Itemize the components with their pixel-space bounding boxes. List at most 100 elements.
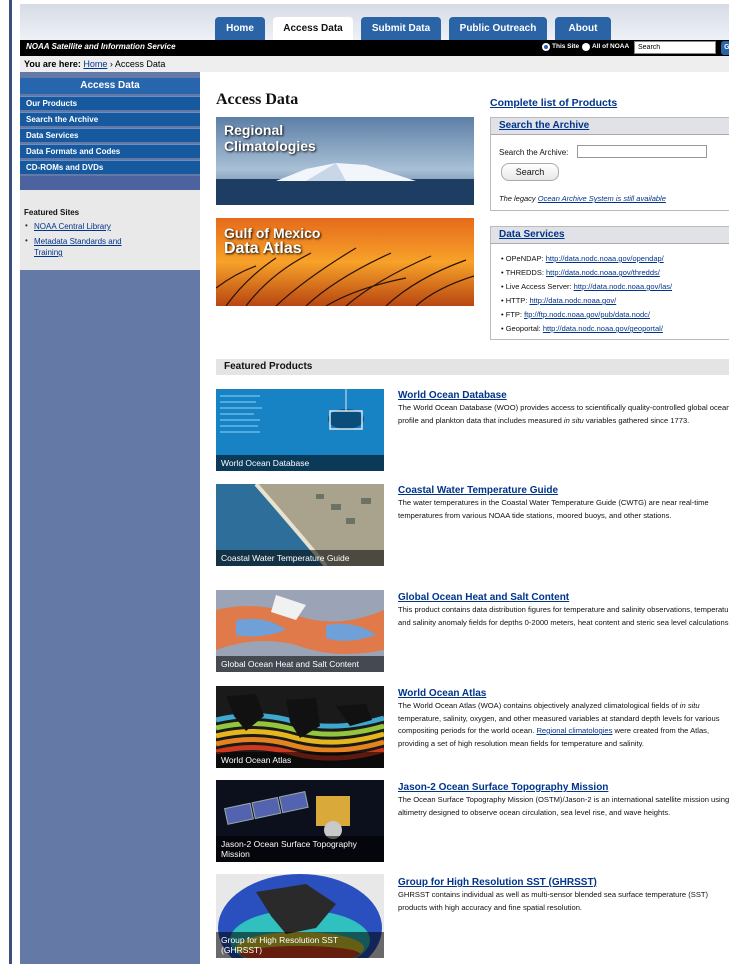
geoportal-link[interactable]: http://data.nodc.noaa.gov/geoportal/: [543, 324, 663, 333]
legacy-archive-link[interactable]: Ocean Archive System is still available: [538, 194, 666, 203]
featured-sites: Featured Sites • NOAA Central Library • …: [20, 190, 200, 270]
ftp-link[interactable]: ftp://ftp.nodc.noaa.gov/pub/data.nodc/: [524, 310, 650, 319]
desc-emphasis: in situ: [679, 701, 700, 710]
product-title-ghrsst[interactable]: Group for High Resolution SST (GHRSST): [398, 877, 597, 888]
breadcrumb-current: Access Data: [114, 59, 166, 69]
bullet: •: [25, 221, 28, 230]
radio-all-noaa-label: All of NOAA: [592, 43, 630, 50]
desc-text: variables gathered since 1773.: [583, 415, 690, 425]
breadcrumb-separator: ›: [109, 59, 113, 69]
sidebar-item-data-formats[interactable]: Data Formats and Codes: [20, 144, 200, 158]
sidebar: Access Data Our Products Search the Arch…: [20, 72, 200, 964]
breadcrumb-label: You are here:: [24, 59, 81, 69]
banner-title-line2: Data Atlas: [224, 240, 302, 257]
thumb-caption: Global Ocean Heat and Salt Content: [216, 656, 384, 672]
sidebar-heading: Access Data: [20, 78, 200, 94]
search-archive-heading[interactable]: Search the Archive: [491, 118, 729, 135]
page-title: Access Data: [216, 91, 299, 108]
search-archive-button[interactable]: Search: [501, 163, 559, 181]
product-thumb-world-ocean-database[interactable]: World Ocean Database: [216, 389, 384, 471]
product-thumb-coastal-water[interactable]: Coastal Water Temperature Guide: [216, 484, 384, 566]
service-label: Geoportal:: [505, 324, 543, 333]
service-label: FTP:: [505, 310, 525, 319]
data-service-item: • Live Access Server: http://data.nodc.n…: [501, 282, 673, 291]
http-link[interactable]: http://data.nodc.noaa.gov/: [529, 296, 616, 305]
featured-sites-title: Featured Sites: [24, 208, 80, 217]
tab-about[interactable]: About: [555, 17, 611, 40]
data-services-heading[interactable]: Data Services: [491, 227, 729, 244]
product-title-world-ocean-database[interactable]: World Ocean Database: [398, 390, 507, 401]
product-thumb-heat-salt[interactable]: Global Ocean Heat and Salt Content: [216, 590, 384, 672]
featured-site-noaa-library[interactable]: NOAA Central Library: [34, 221, 111, 232]
search-archive-box: Search the Archive Search the Archive: S…: [490, 117, 729, 211]
search-archive-label: Search the Archive:: [499, 148, 569, 157]
tab-submit-data[interactable]: Submit Data: [361, 17, 441, 40]
service-label: THREDDS:: [505, 268, 546, 277]
featured-products-heading: Featured Products: [216, 359, 729, 375]
sidebar-item-cd-roms[interactable]: CD-ROMs and DVDs: [20, 160, 200, 174]
featured-site-metadata-standards-line2[interactable]: Training: [34, 247, 63, 258]
product-title-coastal-water[interactable]: Coastal Water Temperature Guide: [398, 485, 558, 496]
product-desc: GHRSST contains individual as well as mu…: [398, 890, 709, 912]
breadcrumb: You are here: Home › Access Data: [20, 56, 729, 72]
featured-site-metadata-standards[interactable]: Metadata Standards and: [34, 236, 122, 247]
thumb-caption: Group for High Resolution SST (GHRSST): [216, 932, 384, 958]
thumb-caption: Coastal Water Temperature Guide: [216, 550, 384, 566]
search-archive-input[interactable]: [577, 145, 707, 158]
legacy-prefix: The legacy: [499, 194, 538, 203]
site-search-input[interactable]: [634, 41, 716, 54]
bullet: •: [25, 236, 28, 245]
gulf-of-mexico-banner[interactable]: Gulf of Mexico Data Atlas: [216, 218, 474, 306]
radio-this-site[interactable]: [542, 43, 550, 51]
product-thumb-ghrsst[interactable]: Group for High Resolution SST (GHRSST): [216, 874, 384, 958]
sidebar-item-data-services[interactable]: Data Services: [20, 128, 200, 142]
thumb-caption: World Ocean Database: [216, 455, 384, 471]
service-label: HTTP:: [505, 296, 530, 305]
data-service-item: • HTTP: http://data.nodc.noaa.gov/: [501, 296, 617, 305]
service-label: OPeNDAP:: [505, 254, 546, 263]
radio-all-noaa[interactable]: [582, 43, 590, 51]
window-frame: [0, 0, 9, 964]
tab-home[interactable]: Home: [215, 17, 265, 40]
data-service-item: • THREDDS: http://data.nodc.noaa.gov/thr…: [501, 268, 660, 277]
data-service-item: • OPeNDAP: http://data.nodc.noaa.gov/ope…: [501, 254, 664, 263]
sidebar-spacer: [20, 176, 200, 190]
radio-this-site-label: This Site: [552, 43, 580, 50]
service-title: NOAA Satellite and Information Service: [26, 42, 176, 51]
opendap-link[interactable]: http://data.nodc.noaa.gov/opendap/: [546, 254, 664, 263]
service-bar: NOAA Satellite and Information Service T…: [20, 40, 729, 56]
banner-title-line1: Gulf of Mexico: [224, 225, 321, 241]
product-thumb-world-ocean-atlas[interactable]: World Ocean Atlas: [216, 686, 384, 768]
product-desc: The Ocean Surface Topography Mission (OS…: [398, 795, 729, 817]
thumb-caption: World Ocean Atlas: [216, 752, 384, 768]
search-go-button[interactable]: Go: [721, 41, 729, 55]
top-navigation: Home Access Data Submit Data Public Outr…: [20, 4, 729, 40]
page: Home Access Data Submit Data Public Outr…: [12, 0, 729, 964]
sidebar-item-search-archive[interactable]: Search the Archive: [20, 112, 200, 126]
regional-climatologies-link[interactable]: Regional climatologies: [536, 726, 612, 735]
service-label: Live Access Server:: [505, 282, 574, 291]
legacy-note: The legacy Ocean Archive System is still…: [499, 194, 666, 203]
product-title-heat-salt[interactable]: Global Ocean Heat and Salt Content: [398, 592, 569, 603]
desc-text: The World Ocean Atlas (WOA) contains obj…: [398, 701, 680, 710]
las-link[interactable]: http://data.nodc.noaa.gov/las/: [574, 282, 672, 291]
data-services-box: Data Services • OPeNDAP: http://data.nod…: [490, 226, 729, 340]
product-desc: This product contains data distribution …: [398, 605, 729, 627]
tab-access-data[interactable]: Access Data: [273, 17, 353, 40]
product-desc: The water temperatures in the Coastal Wa…: [398, 498, 709, 520]
thumb-caption: Jason-2 Ocean Surface Topography Mission: [216, 836, 384, 862]
product-desc: The World Ocean Database (WOO) provides …: [398, 402, 729, 427]
regional-climatologies-banner[interactable]: Regional Climatologies: [216, 117, 474, 205]
product-desc: The World Ocean Atlas (WOA) contains obj…: [398, 700, 729, 750]
product-thumb-jason-2[interactable]: Jason-2 Ocean Surface Topography Mission: [216, 780, 384, 862]
complete-list-link[interactable]: Complete list of Products: [490, 97, 617, 109]
product-title-world-ocean-atlas[interactable]: World Ocean Atlas: [398, 688, 486, 699]
breadcrumb-home-link[interactable]: Home: [83, 59, 107, 69]
tab-public-outreach[interactable]: Public Outreach: [449, 17, 547, 40]
banner-title-line1: Regional: [224, 122, 284, 138]
thredds-link[interactable]: http://data.nodc.noaa.gov/thredds/: [546, 268, 660, 277]
data-service-item: • Geoportal: http://data.nodc.noaa.gov/g…: [501, 324, 663, 333]
sidebar-item-our-products[interactable]: Our Products: [20, 96, 200, 110]
product-title-jason-2[interactable]: Jason-2 Ocean Surface Topography Mission: [398, 782, 608, 793]
banner-title-line2: Climatologies: [224, 138, 316, 154]
